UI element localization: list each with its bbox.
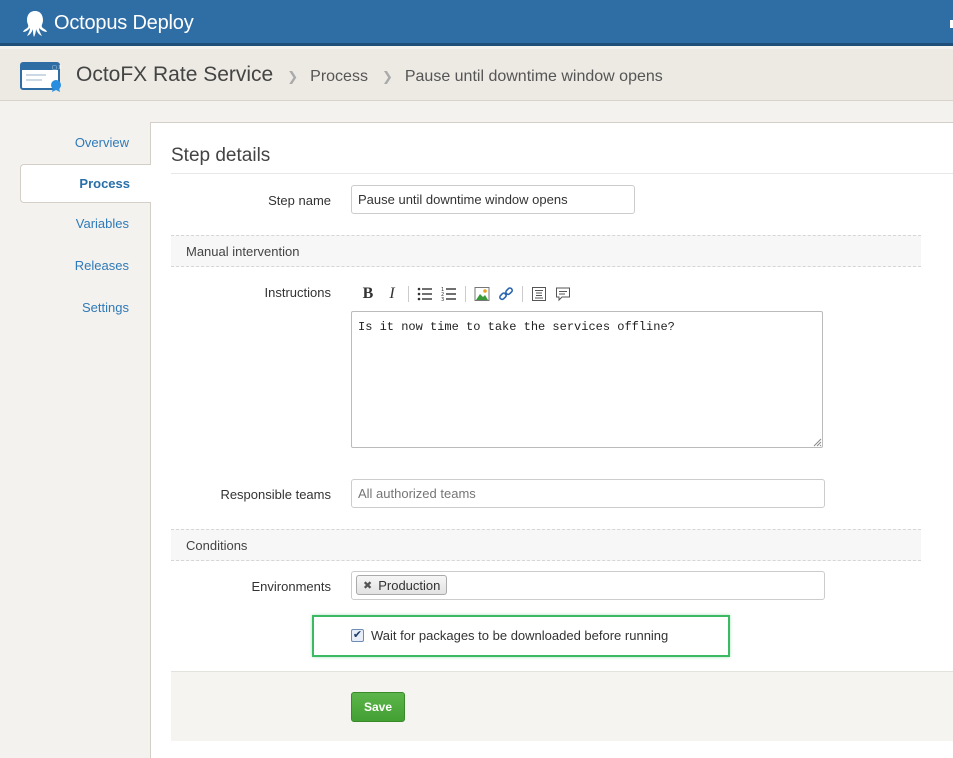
resize-grip-icon[interactable] [813,438,822,447]
bullet-list-icon[interactable] [413,283,437,305]
code-block-icon[interactable] [527,283,551,305]
environment-tag-label: Production [378,577,441,593]
environment-tag: ✖ Production [356,575,448,595]
svg-text:3: 3 [441,297,444,302]
step-name-input[interactable] [351,185,635,214]
quote-icon[interactable] [551,283,575,305]
italic-icon[interactable]: I [380,283,404,305]
sidebar-item-overview[interactable]: Overview [0,122,151,164]
bold-icon[interactable]: B [356,283,380,305]
section-header-manual-intervention: Manual intervention [171,235,921,267]
project-title[interactable]: OctoFX Rate Service [76,63,273,87]
toolbar-divider [465,286,466,302]
svg-text:_ □ X: _ □ X [47,65,62,71]
form-footer: Save [171,671,953,741]
sidebar-item-settings[interactable]: Settings [0,287,151,329]
page-title: Step details [171,145,271,166]
brand[interactable]: Octopus Deploy [20,8,194,38]
octopus-logo-icon [23,11,47,37]
project-logo-icon: _ □ X [20,62,62,92]
section-title: Conditions [186,538,248,553]
breadcrumb-current-step: Pause until downtime window opens [404,68,663,85]
app-name: Octopus Deploy [54,11,194,34]
breadcrumb: OctoFX Rate Service ❯ Process ❯ Pause un… [76,63,663,87]
section-title: Manual intervention [186,244,300,259]
checkmark-icon: ✔ [352,629,363,641]
instructions-textarea[interactable] [351,311,823,448]
markdown-toolbar: B I 123 [356,283,575,305]
wait-for-packages-checkbox[interactable]: ✔ [351,629,364,642]
sidebar-item-variables[interactable]: Variables [0,203,151,245]
chevron-right-icon: ❯ [287,69,299,84]
responsible-teams-input[interactable] [351,479,825,508]
sidebar-item-process[interactable]: Process [20,164,151,203]
top-navbar: Octopus Deploy [0,0,953,46]
toolbar-divider [522,286,523,302]
divider [171,173,953,174]
wait-for-packages-label[interactable]: Wait for packages to be downloaded befor… [371,628,668,643]
save-button[interactable]: Save [351,692,405,722]
sidebar-nav: Overview Process Variables Releases Sett… [0,122,151,329]
chevron-right-icon: ❯ [381,69,393,84]
breadcrumb-process[interactable]: Process [310,68,368,86]
step-name-label: Step name [268,193,331,208]
project-header: _ □ X OctoFX Rate Service ❯ Process ❯ Pa… [0,49,953,101]
responsible-teams-label: Responsible teams [220,487,331,502]
link-icon[interactable] [494,283,518,305]
remove-tag-icon[interactable]: ✖ [363,579,372,592]
environments-label: Environments [251,579,331,594]
step-details-panel: Step details Step name Manual interventi… [150,122,953,758]
image-icon[interactable] [470,283,494,305]
section-header-conditions: Conditions [171,529,921,561]
sidebar-item-releases[interactable]: Releases [0,245,151,287]
instructions-label: Instructions [264,285,331,300]
numbered-list-icon[interactable]: 123 [437,283,461,305]
toolbar-divider [408,286,409,302]
